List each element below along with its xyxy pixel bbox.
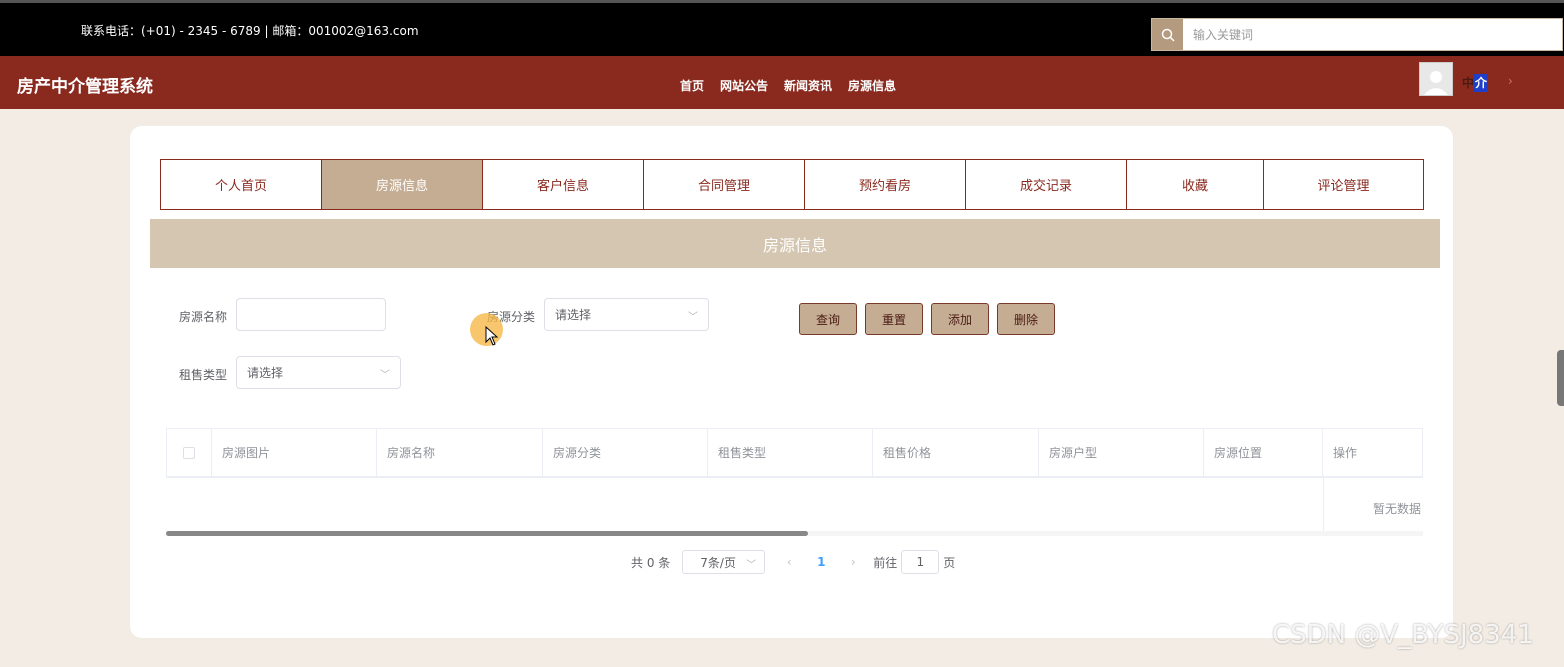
table-header: 房源图片 房源名称 房源分类 租售类型 租售价格 房源户型 房源位置 操作	[166, 428, 1423, 478]
listing-name-input[interactable]	[236, 298, 386, 331]
page-size-select[interactable]: 7条/页 ﹀	[682, 550, 766, 574]
contact-info: 联系电话：(+01) - 2345 - 6789 | 邮箱：001002@163…	[81, 24, 419, 38]
column-header[interactable]: 租售价格	[873, 429, 1039, 476]
user-menu[interactable]: 中介	[1462, 74, 1489, 92]
nav-item-announcements[interactable]: 网站公告	[720, 77, 768, 94]
add-button[interactable]: 添加	[931, 303, 989, 335]
section-title: 房源信息	[150, 219, 1440, 268]
page-scrollbar[interactable]	[1557, 350, 1564, 406]
reset-button[interactable]: 重置	[865, 303, 923, 335]
page-size-value: 7条/页	[700, 555, 736, 570]
chevron-down-icon: ﹀	[746, 560, 757, 571]
rent-type-value: 请选择	[247, 366, 284, 380]
tab-transactions[interactable]: 成交记录	[966, 160, 1127, 209]
search-box[interactable]	[1151, 18, 1563, 51]
query-button[interactable]: 查询	[799, 303, 857, 335]
listings-table: 房源图片 房源名称 房源分类 租售类型 租售价格 房源户型 房源位置 操作 暂无…	[166, 428, 1423, 536]
column-header[interactable]: 房源图片	[212, 429, 377, 476]
tab-comments[interactable]: 评论管理	[1264, 160, 1423, 209]
nav-item-home[interactable]: 首页	[680, 77, 704, 94]
chevron-right-icon[interactable]: ›	[1508, 74, 1513, 88]
rent-type-label: 租售类型	[179, 368, 228, 382]
tab-customers[interactable]: 客户信息	[483, 160, 644, 209]
column-header[interactable]: 租售类型	[708, 429, 873, 476]
rent-type-select[interactable]: 请选择 ﹀	[236, 356, 401, 389]
tab-contracts[interactable]: 合同管理	[644, 160, 805, 209]
chevron-down-icon: ﹀	[688, 312, 698, 323]
user-label-prefix: 中	[1462, 76, 1475, 90]
center-tabs: 个人首页 房源信息 客户信息 合同管理 预约看房 成交记录 收藏 评论管理	[160, 159, 1424, 210]
tab-favorites[interactable]: 收藏	[1127, 160, 1264, 209]
pagination-total: 共 0 条	[631, 555, 671, 570]
delete-button[interactable]: 删除	[997, 303, 1055, 335]
content-card: 个人首页 房源信息 客户信息 合同管理 预约看房 成交记录 收藏 评论管理 房源…	[130, 126, 1453, 638]
column-header: 操作	[1323, 429, 1423, 476]
tab-personal-home[interactable]: 个人首页	[161, 160, 322, 209]
top-bar: 联系电话：(+01) - 2345 - 6789 | 邮箱：001002@163…	[0, 0, 1564, 56]
search-icon[interactable]	[1152, 19, 1183, 50]
listing-category-select[interactable]: 请选择 ﹀	[544, 298, 709, 331]
column-header[interactable]: 房源户型	[1039, 429, 1204, 476]
tab-listings[interactable]: 房源信息	[322, 160, 483, 209]
table-horizontal-scrollbar[interactable]	[166, 531, 1423, 536]
column-header[interactable]: 房源位置	[1204, 429, 1323, 476]
mouse-cursor-icon	[485, 326, 499, 346]
listing-name-label: 房源名称	[179, 310, 228, 324]
empty-state-text: 暂无数据	[1373, 502, 1422, 516]
nav-menu: 首页 网站公告 新闻资讯 房源信息	[680, 77, 896, 94]
user-label-highlight: 介	[1474, 74, 1489, 92]
page-number-current[interactable]: 1	[805, 555, 837, 569]
column-header[interactable]: 房源分类	[543, 429, 708, 476]
select-all-cell	[166, 429, 212, 476]
goto-suffix: 页	[943, 555, 956, 570]
prev-page-icon[interactable]: ‹	[773, 555, 805, 569]
avatar[interactable]	[1419, 62, 1453, 96]
goto-page-input[interactable]: 1	[901, 550, 940, 574]
select-all-checkbox[interactable]	[183, 446, 195, 459]
brand-title: 房产中介管理系统	[17, 77, 153, 97]
listing-category-value: 请选择	[555, 308, 592, 322]
goto-prefix: 前往	[873, 555, 898, 570]
nav-item-news[interactable]: 新闻资讯	[784, 77, 832, 94]
main-navbar: 房产中介管理系统 首页 网站公告 新闻资讯 房源信息 中介 ›	[0, 56, 1564, 109]
next-page-icon[interactable]: ›	[837, 555, 869, 569]
tab-appointments[interactable]: 预约看房	[805, 160, 966, 209]
table-scrollbar-thumb[interactable]	[166, 531, 808, 536]
nav-item-listings[interactable]: 房源信息	[848, 77, 896, 94]
pagination: 共 0 条 7条/页 ﹀ ‹ 1 › 前往 1 页	[631, 550, 955, 574]
search-input[interactable]	[1183, 19, 1562, 50]
watermark: CSDN @V_BYSJ8341	[1272, 620, 1534, 650]
chevron-down-icon: ﹀	[380, 370, 390, 381]
column-header[interactable]: 房源名称	[377, 429, 543, 476]
